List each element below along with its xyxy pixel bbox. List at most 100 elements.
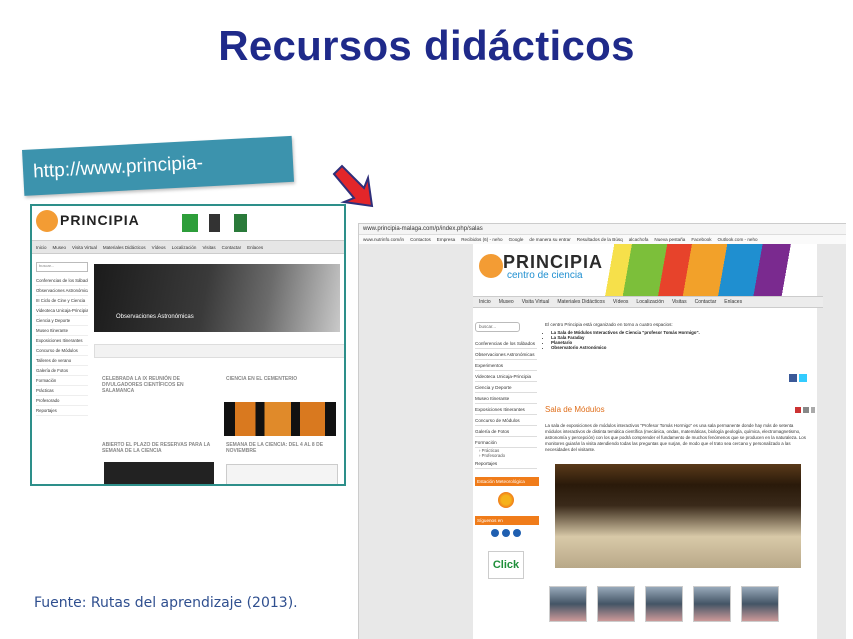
source-caption: Fuente: Rutas del aprendizaje (2013). (34, 595, 298, 611)
weather-station-header: Estación Meteorológica (475, 477, 539, 486)
nav-item[interactable]: Enlaces (724, 299, 742, 305)
section-body: La sala de exposiciones de módulos inter… (545, 423, 806, 452)
sidebar-item[interactable]: Observaciones Astronómicas (36, 286, 88, 296)
sidebar-item[interactable]: Conferencias de los Sábados (36, 276, 88, 286)
bookmark-item[interactable]: Facebook (691, 237, 711, 242)
nav-item[interactable]: Inicio (36, 245, 47, 250)
thumbnail[interactable] (597, 586, 635, 622)
site-nav: Inicio Museo Visita Virtual Materiales D… (32, 240, 344, 254)
social-links (475, 529, 537, 537)
bookmark-item[interactable]: Google (509, 237, 524, 242)
news-image-night-sky[interactable] (104, 462, 214, 484)
photo-thumbnails (549, 586, 809, 622)
bookmark-item[interactable]: Nueva pestaña (654, 237, 685, 242)
news-headline[interactable]: ABIERTO EL PLAZO DE RESERVAS PARA LA SEM… (102, 442, 212, 454)
sidebar-item[interactable]: Museo Itinerante (475, 393, 537, 404)
sidebar: buscar... Conferencias de los Sábados Ob… (36, 262, 88, 416)
bookmark-item[interactable]: Resultados de la Búsq (577, 237, 623, 242)
site-nav: Inicio Museo Visita Virtual Materiales D… (473, 296, 823, 308)
nav-item[interactable]: Museo (53, 245, 67, 250)
news-headline[interactable]: CIENCIA EN EL CEMENTERIO (226, 376, 336, 382)
news-headline[interactable]: SEMANA DE LA CIENCIA: DEL 4 AL 8 DE NOVI… (226, 442, 336, 454)
sidebar-item[interactable]: Exposiciones Itinerantes (475, 404, 537, 415)
site-header: PRINCIPIA (32, 206, 344, 240)
url-banner: http://www.principia-malaga.com/p/ (22, 135, 295, 228)
sidebar-item[interactable]: Conferencias de los Sábados (475, 338, 537, 349)
nav-item[interactable]: Visita Virtual (72, 245, 97, 250)
sidebar: buscar... Conferencias de los Sábados Ob… (475, 322, 539, 579)
nav-item[interactable]: Contactar (695, 299, 717, 305)
nav-item[interactable]: Visita Virtual (522, 299, 550, 305)
principia-logo-icon (477, 252, 505, 280)
nav-item[interactable]: Visitas (672, 299, 687, 305)
news-image-pumpkins[interactable] (224, 402, 336, 436)
sidebar-item[interactable]: Ciencia y Deporte (475, 382, 537, 393)
thumbnail[interactable] (549, 586, 587, 622)
intro-text: El centro Principia está organizado en t… (545, 322, 673, 327)
section-title: Sala de Módulos (545, 405, 605, 414)
twitter-share-icon[interactable] (799, 374, 807, 382)
address-bar[interactable]: www.principia-malaga.com/p/index.php/sal… (359, 224, 846, 235)
principia-logo-icon (36, 210, 58, 232)
sidebar-item[interactable]: Formación (36, 376, 88, 386)
follow-us-header: Síguenos en (475, 516, 539, 525)
sidebar-item[interactable]: Prácticas (36, 386, 88, 396)
sidebar-item[interactable]: Formación (475, 437, 537, 448)
sidebar-item[interactable]: III Ciclo de Cine y Ciencia (36, 296, 88, 306)
sidebar-item[interactable]: Talleres de verano (36, 356, 88, 366)
thumbnail[interactable] (645, 586, 683, 622)
nav-item[interactable]: Enlaces (247, 245, 263, 250)
bookmark-item[interactable]: Empresa (437, 237, 455, 242)
site-brand: PRINCIPIA (60, 212, 140, 228)
news-image-document[interactable] (226, 464, 338, 484)
nav-item[interactable]: Localización (636, 299, 664, 305)
sidebar-item[interactable]: Museo Itinerante (36, 326, 88, 336)
search-input[interactable]: buscar... (475, 322, 520, 332)
spaces-list: La Sala de Módulos Interactivos de Cienc… (551, 330, 815, 350)
bookmark-item[interactable]: Contactos (410, 237, 431, 242)
bookmark-item[interactable]: Outlook.com - neho (718, 237, 758, 242)
nav-item[interactable]: Inicio (479, 299, 491, 305)
sidebar-item[interactable]: Concurso de Módulos (36, 346, 88, 356)
nav-item[interactable]: Vídeos (613, 299, 629, 305)
sun-icon[interactable] (498, 492, 514, 508)
twitter-icon[interactable] (502, 529, 510, 537)
sidebar-item[interactable]: Concurso de Módulos (475, 415, 537, 426)
youtube-icon[interactable] (513, 529, 521, 537)
sidebar-item[interactable]: Galería de Fotos (36, 366, 88, 376)
sidebar-item[interactable]: Videoteca Unicaja-Principia (475, 371, 537, 382)
exhibit-hall-photo (555, 464, 801, 568)
nav-item[interactable]: Contactar (222, 245, 242, 250)
facebook-icon[interactable] (491, 529, 499, 537)
sidebar-item[interactable]: Exposiciones Itinerantes (36, 336, 88, 346)
slide-title: Recursos didácticos (218, 22, 635, 69)
bookmark-item[interactable]: Recibidos (6) - neho (461, 237, 502, 242)
sidebar-item[interactable]: Observaciones Astronómicas (475, 349, 537, 360)
sidebar-item[interactable]: Videoteca Unicaja-Principia (36, 306, 88, 316)
print-email-icons[interactable] (795, 407, 815, 413)
bookmark-item[interactable]: de manera su entrar (529, 237, 570, 242)
hero-banner[interactable]: Observaciones Astronómicas (94, 264, 340, 332)
page-margin-left (359, 244, 473, 639)
thumbnail[interactable] (741, 586, 779, 622)
sidebar-item[interactable]: Experimentos (475, 360, 537, 371)
bookmark-item[interactable]: alcachofa (629, 237, 649, 242)
sidebar-item[interactable]: Profesorado (36, 396, 88, 406)
nav-item[interactable]: Visitas (202, 245, 215, 250)
nav-item[interactable]: Materiales Didácticos (103, 245, 146, 250)
search-input[interactable]: buscar... (36, 262, 88, 272)
facebook-share-icon[interactable] (789, 374, 797, 382)
sidebar-item[interactable]: Reportajes (475, 458, 537, 469)
sidebar-item[interactable]: Galería de Fotos (475, 426, 537, 437)
featured-strip (94, 344, 344, 358)
sidebar-item[interactable]: Reportajes (36, 406, 88, 416)
sidebar-item[interactable]: Ciencia y Deporte (36, 316, 88, 326)
nav-item[interactable]: Museo (499, 299, 514, 305)
nav-item[interactable]: Materiales Didácticos (557, 299, 605, 305)
bookmark-item[interactable]: www.nutrinfo.com/in (363, 237, 404, 242)
click-banner[interactable]: Click (488, 551, 524, 579)
thumbnail[interactable] (693, 586, 731, 622)
news-headline[interactable]: CELEBRADA LA IX REUNIÓN DE DIVULGADORES … (102, 376, 212, 394)
nav-item[interactable]: Localización (172, 245, 197, 250)
nav-item[interactable]: Vídeos (152, 245, 166, 250)
